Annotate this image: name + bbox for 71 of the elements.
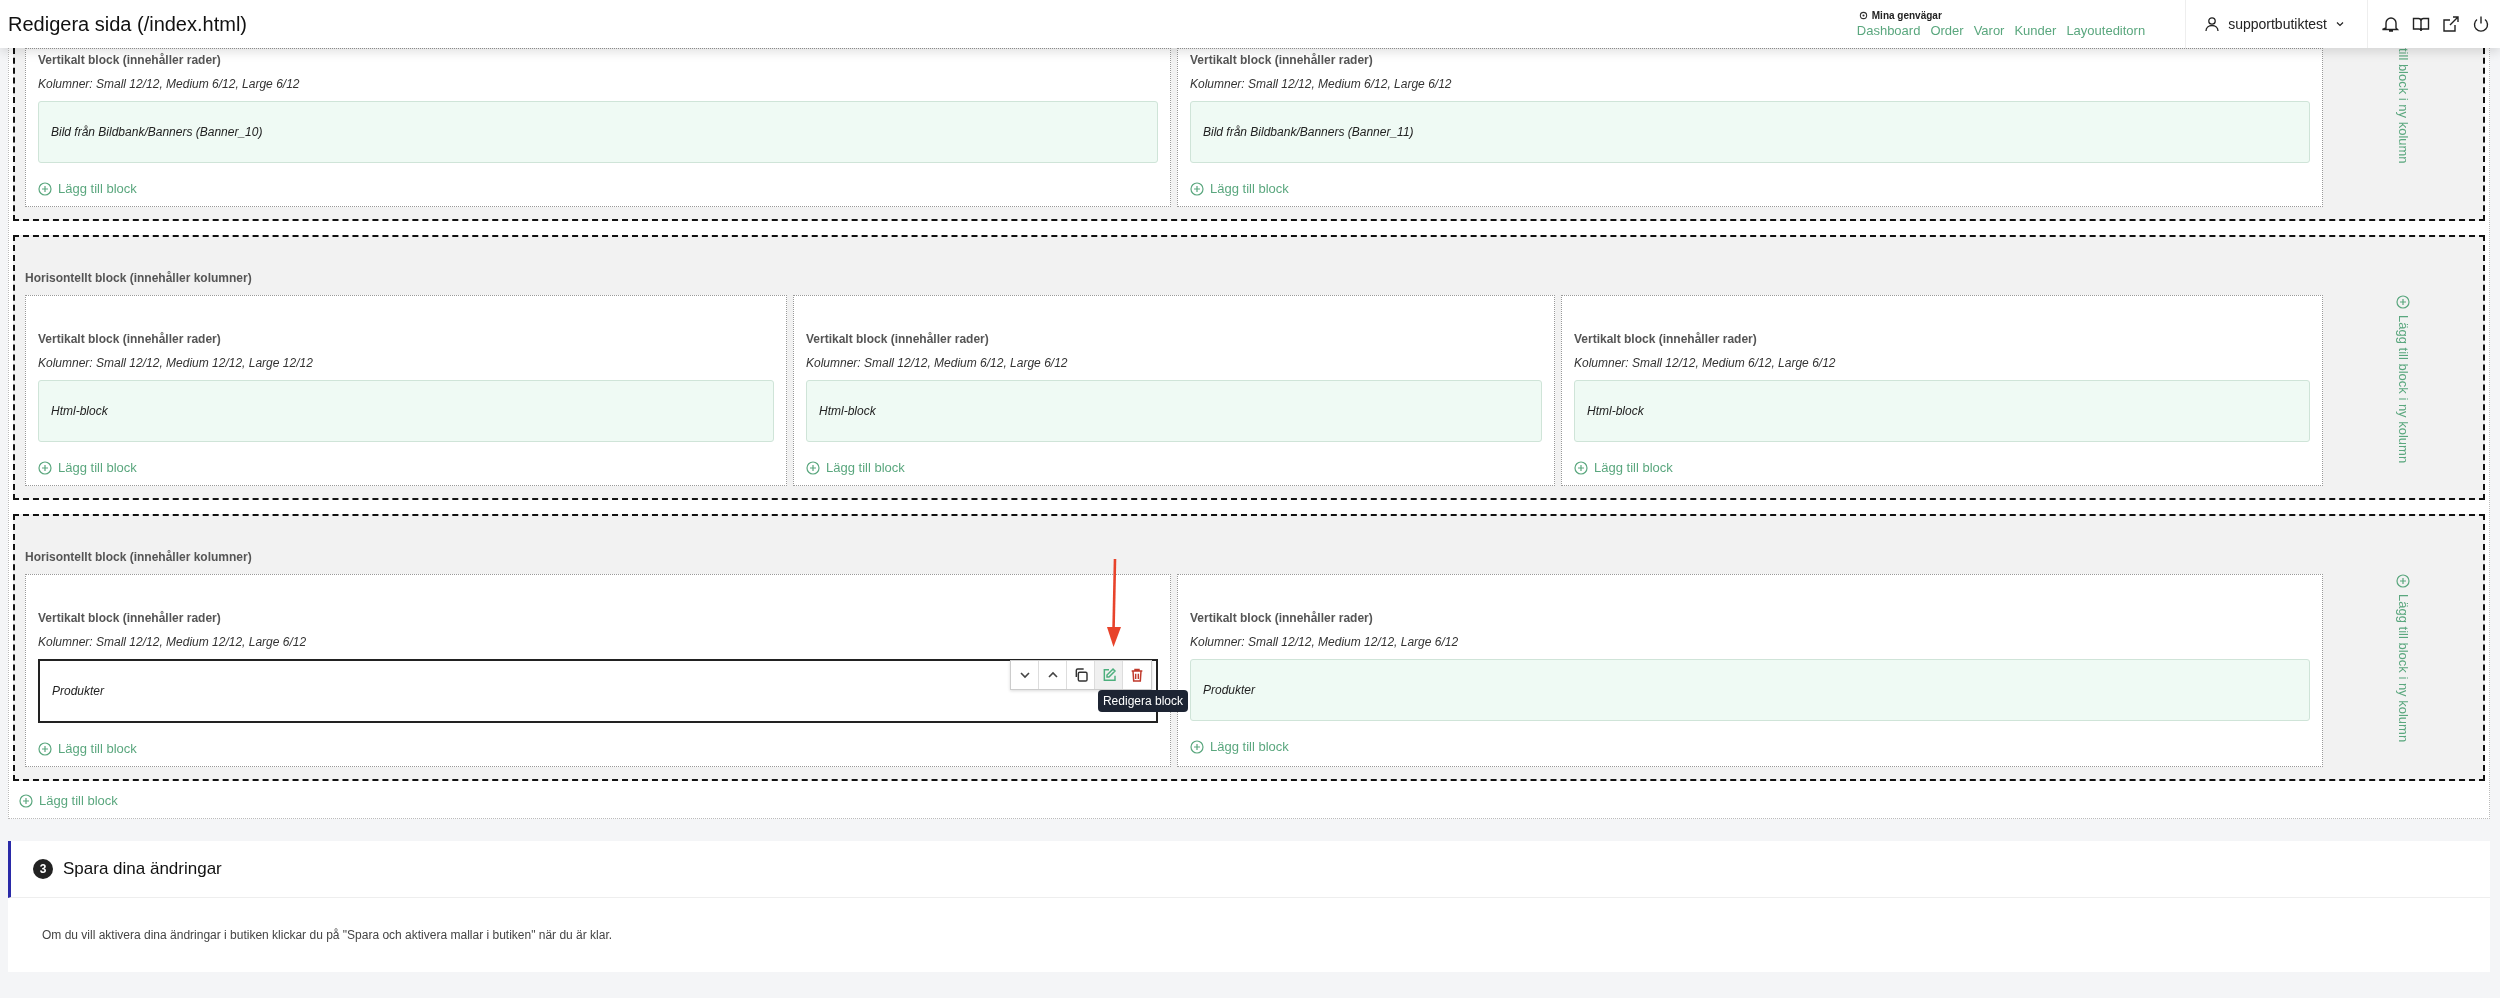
delete-button[interactable] bbox=[1123, 661, 1151, 689]
block-label: Produkter bbox=[52, 684, 105, 698]
content-block[interactable]: Html-block bbox=[38, 380, 774, 442]
content-block[interactable]: Produkter bbox=[1190, 659, 2310, 721]
add-column-link[interactable]: Lägg till block i ny kolumn bbox=[2323, 271, 2483, 486]
external-link-icon[interactable] bbox=[2442, 15, 2460, 33]
content-block[interactable]: Bild från Bildbank/Banners (Banner_10) bbox=[38, 101, 1158, 163]
plus-icon bbox=[38, 181, 52, 196]
column-sizes: Kolumner: Small 12/12, Medium 6/12, Large 6/12 bbox=[1190, 77, 1453, 91]
column-sizes: Kolumner: Small 12/12, Medium 6/12, Large 6/12 bbox=[1574, 356, 1837, 370]
shortcut-link[interactable]: Order bbox=[1930, 22, 1964, 38]
step-description: Om du vill aktivera dina ändringar i butiken klickar du på "Spara och aktivera mallar i butiken" när du är klar. bbox=[41, 927, 614, 944]
column-sizes: Kolumner: Small 12/12, Medium 6/12, Large 6/12 bbox=[38, 77, 301, 91]
column-sizes: Kolumner: Small 12/12, Medium 12/12, Large 6/12 bbox=[38, 635, 308, 649]
block-title: Vertikalt block (innehåller rader) bbox=[1574, 332, 1758, 346]
block-label: Bild från Bildbank/Banners (Banner_10) bbox=[51, 125, 263, 139]
plus-icon bbox=[38, 741, 52, 756]
add-block-link[interactable]: Lägg till block bbox=[38, 741, 1158, 756]
block-title: Horisontellt block (innehåller kolumner) bbox=[25, 271, 253, 285]
block-title: Vertikalt block (innehåller rader) bbox=[38, 53, 222, 67]
block-label: Produkter bbox=[1203, 683, 1256, 697]
plus-icon bbox=[19, 793, 33, 808]
column-sizes: Kolumner: Small 12/12, Medium 12/12, Large 12/12 bbox=[38, 356, 314, 370]
user-menu[interactable]: supportbutiktest bbox=[2185, 0, 2368, 48]
gear-icon bbox=[1858, 11, 1868, 20]
add-block-link[interactable]: Lägg till block bbox=[19, 793, 2485, 808]
content-block[interactable]: Bild från Bildbank/Banners (Banner_11) bbox=[1190, 101, 2310, 163]
column-sizes: Kolumner: Small 12/12, Medium 6/12, Large 6/12 bbox=[806, 356, 1069, 370]
block-title: Vertikalt block (innehåller rader) bbox=[38, 611, 222, 625]
shortcut-link[interactable]: Layouteditorn bbox=[2066, 22, 2146, 38]
chevron-down-icon bbox=[2335, 19, 2345, 29]
plus-icon bbox=[38, 460, 52, 475]
add-column-link[interactable]: till block i ny kolumn bbox=[2323, 48, 2483, 207]
shortcut-link[interactable]: Kunder bbox=[2014, 22, 2057, 38]
tooltip: Redigera block bbox=[1097, 690, 1188, 712]
shortcuts-title: Mina genvägar bbox=[1871, 10, 1942, 21]
block-title: Horisontellt block (innehåller kolumner) bbox=[25, 550, 253, 564]
shortcut-link[interactable]: Varor bbox=[1973, 22, 2005, 38]
block-label: Bild från Bildbank/Banners (Banner_11) bbox=[1203, 125, 1414, 139]
block-title: Vertikalt block (innehåller rader) bbox=[806, 332, 990, 346]
plus-icon bbox=[1574, 460, 1588, 475]
column-sizes: Kolumner: Small 12/12, Medium 12/12, Large 6/12 bbox=[1190, 635, 1460, 649]
block-label: Html-block bbox=[1587, 404, 1644, 418]
block-title: Vertikalt block (innehåller rader) bbox=[38, 332, 222, 346]
plus-icon bbox=[1190, 739, 1204, 754]
trash-icon bbox=[1129, 667, 1145, 683]
block-title: Vertikalt block (innehåller rader) bbox=[1190, 53, 1374, 67]
step-number: 3 bbox=[33, 859, 53, 879]
plus-icon bbox=[806, 460, 820, 475]
step-title: Spara dina ändringar bbox=[63, 859, 222, 879]
bell-icon[interactable] bbox=[2382, 15, 2400, 33]
user-icon bbox=[2204, 16, 2221, 32]
add-block-link[interactable]: Lägg till block bbox=[1574, 460, 2310, 475]
block-title: Vertikalt block (innehåller rader) bbox=[1190, 611, 1374, 625]
add-block-link[interactable]: Lägg till block bbox=[38, 460, 774, 475]
book-icon[interactable] bbox=[2412, 15, 2430, 33]
plus-icon bbox=[1190, 181, 1204, 196]
power-icon[interactable] bbox=[2472, 15, 2490, 33]
block-label: Html-block bbox=[819, 404, 876, 418]
content-block[interactable]: Html-block bbox=[806, 380, 1542, 442]
block-label: Html-block bbox=[51, 404, 108, 418]
add-block-link[interactable]: Lägg till block bbox=[38, 181, 1158, 196]
page-title: Redigera sida (/index.html) bbox=[7, 12, 247, 36]
move-down-button[interactable] bbox=[1011, 661, 1039, 689]
shortcut-link[interactable]: Dashboard bbox=[1856, 22, 1921, 38]
content-block[interactable]: Html-block bbox=[1574, 380, 2310, 442]
add-block-link[interactable]: Lägg till block bbox=[1190, 181, 2310, 196]
add-block-link[interactable]: Lägg till block bbox=[1190, 739, 2310, 754]
copy-button[interactable] bbox=[1067, 661, 1095, 689]
add-block-link[interactable]: Lägg till block bbox=[806, 460, 1542, 475]
add-column-link[interactable]: Lägg till block i ny kolumn bbox=[2323, 550, 2483, 767]
